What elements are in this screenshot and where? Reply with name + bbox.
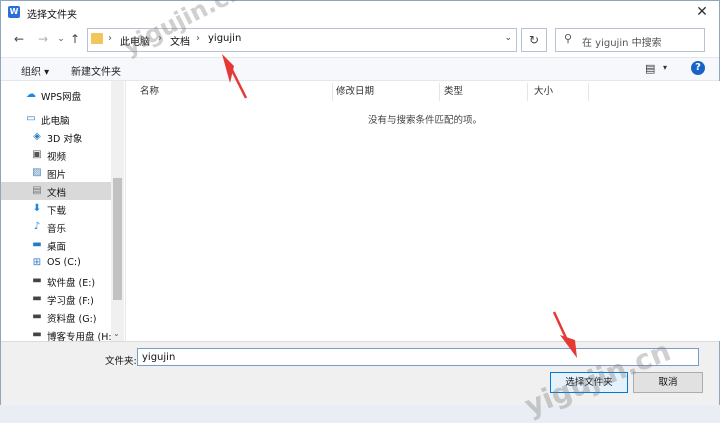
select-folder-button[interactable]: 选择文件夹 bbox=[550, 372, 628, 393]
download-icon: ⬇ bbox=[32, 203, 42, 214]
sidebar-item-video[interactable]: ▣ 视频 bbox=[1, 146, 111, 164]
sidebar-item-label: 视频 bbox=[47, 152, 67, 163]
cancel-button[interactable]: 取消 bbox=[633, 372, 703, 393]
drive-icon: ▬ bbox=[32, 329, 42, 340]
sidebar-item-wps-cloud[interactable]: ☁ WPS网盘 bbox=[1, 86, 111, 104]
address-bar[interactable]: › 此电脑 › 文档 › yigujin ⌄ bbox=[87, 28, 517, 52]
sidebar-item-label: 音乐 bbox=[47, 224, 67, 235]
document-icon: ▤ bbox=[32, 185, 42, 196]
breadcrumb-this-pc[interactable]: 此电脑 bbox=[120, 33, 150, 48]
breadcrumb-current-folder[interactable]: yigujin bbox=[208, 33, 241, 44]
drive-icon: ▬ bbox=[32, 293, 42, 304]
column-header-size[interactable]: 大小 bbox=[534, 83, 553, 101]
navigation-bar: ← → ⌄ ↑ › 此电脑 › 文档 › yigujin ⌄ ↻ ⚲ 在 yig… bbox=[1, 27, 719, 53]
organize-menu[interactable]: 组织 ▾ bbox=[21, 63, 49, 78]
column-divider[interactable] bbox=[588, 83, 589, 101]
up-button[interactable]: ↑ bbox=[67, 31, 83, 47]
drive-icon: ▬ bbox=[32, 311, 42, 322]
sidebar-item-desktop[interactable]: ▬ 桌面 bbox=[1, 236, 111, 254]
breadcrumb-chevron-icon[interactable]: › bbox=[158, 33, 162, 44]
drive-icon: ▬ bbox=[32, 275, 42, 286]
column-divider[interactable] bbox=[332, 83, 333, 101]
os-drive-icon: ⊞ bbox=[32, 257, 42, 268]
close-button[interactable]: ✕ bbox=[691, 3, 713, 21]
sidebar-item-pictures[interactable]: ▨ 图片 bbox=[1, 164, 111, 182]
dialog-footer: 文件夹: 选择文件夹 取消 bbox=[1, 341, 719, 405]
sidebar-item-downloads[interactable]: ⬇ 下载 bbox=[1, 200, 111, 218]
sidebar-item-label: 此电脑 bbox=[41, 116, 70, 127]
sidebar-item-label: 博客专用盘 (H:) bbox=[47, 332, 116, 341]
sidebar-item-drive-f[interactable]: ▬ 学习盘 (F:) bbox=[1, 290, 111, 308]
sidebar-item-label: 学习盘 (F:) bbox=[47, 296, 94, 307]
sidebar-scrollbar[interactable]: ⌄ bbox=[111, 81, 124, 341]
back-button[interactable]: ← bbox=[11, 31, 27, 47]
sidebar-item-music[interactable]: ♪ 音乐 bbox=[1, 218, 111, 236]
sidebar-item-label: 下载 bbox=[47, 206, 67, 217]
empty-message: 没有与搜索条件匹配的项。 bbox=[368, 115, 483, 126]
navigation-pane: ☁ WPS网盘 ▭ 此电脑 ◈ 3D 对象 ▣ 视频 ▨ 图片 ▤ 文档 ⬇ 下… bbox=[1, 81, 124, 341]
sidebar-item-documents[interactable]: ▤ 文档 bbox=[1, 182, 111, 200]
wps-app-icon: W bbox=[8, 6, 20, 18]
sidebar-item-label: 3D 对象 bbox=[47, 134, 83, 145]
sidebar-item-label: WPS网盘 bbox=[41, 92, 82, 103]
search-icon: ⚲ bbox=[564, 32, 573, 45]
title-bar: W 选择文件夹 ✕ bbox=[1, 1, 719, 25]
desktop-icon: ▬ bbox=[32, 239, 42, 250]
folder-name-input[interactable] bbox=[137, 348, 699, 366]
sidebar-item-label: 图片 bbox=[47, 170, 67, 181]
sidebar-item-this-pc[interactable]: ▭ 此电脑 bbox=[1, 110, 111, 128]
column-header-modified[interactable]: 修改日期 bbox=[336, 83, 374, 101]
sidebar-item-os-drive[interactable]: ⊞ OS (C:) bbox=[1, 254, 111, 272]
sidebar-item-drive-g[interactable]: ▬ 资料盘 (G:) bbox=[1, 308, 111, 326]
column-divider[interactable] bbox=[527, 83, 528, 101]
breadcrumb-chevron-icon[interactable]: › bbox=[108, 33, 112, 44]
address-dropdown-icon[interactable]: ⌄ bbox=[504, 33, 512, 43]
sidebar-item-label: 文档 bbox=[47, 188, 67, 199]
sidebar-scroll-thumb[interactable] bbox=[113, 178, 122, 300]
new-folder-button[interactable]: 新建文件夹 bbox=[71, 63, 121, 78]
search-placeholder: 在 yigujin 中搜索 bbox=[582, 38, 662, 49]
file-list: 名称 修改日期 类型 大小 没有与搜索条件匹配的项。 bbox=[125, 81, 720, 341]
search-box[interactable]: ⚲ 在 yigujin 中搜索 bbox=[555, 28, 705, 52]
scroll-down-arrow-icon[interactable]: ⌄ bbox=[113, 329, 120, 338]
music-icon: ♪ bbox=[33, 221, 41, 232]
picture-icon: ▨ bbox=[32, 167, 42, 178]
window-title: 选择文件夹 bbox=[27, 10, 77, 21]
forward-button[interactable]: → bbox=[35, 31, 51, 47]
sidebar-item-drive-e[interactable]: ▬ 软件盘 (E:) bbox=[1, 272, 111, 290]
sidebar-item-3d-objects[interactable]: ◈ 3D 对象 bbox=[1, 128, 111, 146]
folder-field-label: 文件夹: bbox=[105, 356, 137, 367]
sidebar-item-drive-h[interactable]: ▬ 博客专用盘 (H:) bbox=[1, 326, 115, 341]
sidebar-item-label: 软件盘 (E:) bbox=[47, 278, 96, 289]
refresh-button[interactable]: ↻ bbox=[521, 28, 547, 52]
computer-icon: ▭ bbox=[26, 113, 36, 124]
breadcrumb-documents[interactable]: 文档 bbox=[170, 33, 190, 48]
folder-picker-dialog: W 选择文件夹 ✕ ← → ⌄ ↑ › 此电脑 › 文档 › yigujin ⌄… bbox=[0, 0, 720, 405]
view-dropdown-icon[interactable]: ▾ bbox=[663, 63, 667, 72]
sidebar-item-label: 桌面 bbox=[47, 242, 67, 253]
video-icon: ▣ bbox=[32, 149, 42, 160]
sidebar-item-label: OS (C:) bbox=[47, 257, 81, 268]
column-header-name[interactable]: 名称 bbox=[140, 83, 159, 101]
cloud-icon: ☁ bbox=[26, 89, 36, 100]
breadcrumb-chevron-icon[interactable]: › bbox=[196, 33, 200, 44]
view-options-icon[interactable]: ▤ bbox=[645, 62, 655, 75]
column-header-type[interactable]: 类型 bbox=[444, 83, 463, 101]
column-divider[interactable] bbox=[439, 83, 440, 101]
sidebar-item-label: 资料盘 (G:) bbox=[47, 314, 97, 325]
command-toolbar: 组织 ▾ 新建文件夹 ▤ ▾ ? bbox=[1, 57, 719, 81]
folder-icon bbox=[91, 33, 103, 44]
help-icon[interactable]: ? bbox=[691, 61, 705, 75]
3d-objects-icon: ◈ bbox=[33, 131, 41, 142]
